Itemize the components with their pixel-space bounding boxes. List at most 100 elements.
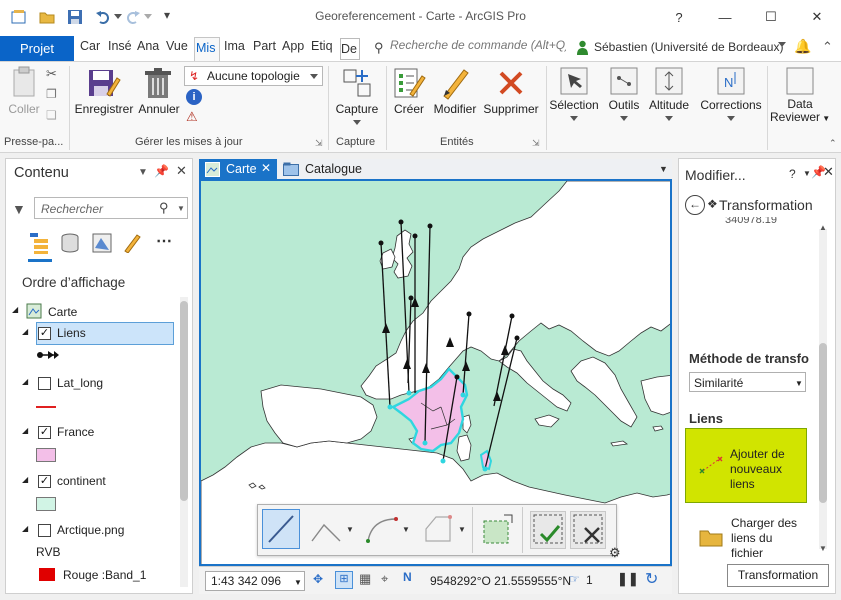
snapping-toggle-icon[interactable]: ⌖ [381, 571, 388, 587]
signed-in-user[interactable]: Sébastien (Université de Bordeaux) [594, 40, 783, 54]
close-tab-icon[interactable]: ✕ [261, 161, 271, 175]
list-by-selection-icon[interactable] [92, 233, 112, 256]
correction-icon[interactable]: N [403, 570, 412, 584]
finish-button[interactable] [530, 511, 566, 549]
scrollbar-thumb[interactable] [819, 343, 827, 503]
create-features-button[interactable]: Créer [390, 66, 428, 116]
tab-partager[interactable]: Part [253, 39, 277, 59]
tab-apparence[interactable]: App [282, 39, 306, 59]
toc-layer-france[interactable]: ◢ France [10, 424, 170, 442]
layer-visibility-checkbox[interactable] [38, 377, 51, 390]
scroll-down-icon[interactable]: ▼ [819, 544, 827, 553]
paste-button[interactable]: Coller [4, 66, 44, 116]
layer-visibility-checkbox[interactable] [38, 475, 51, 488]
expand-icon[interactable]: ◢ [22, 327, 28, 336]
redo-dropdown-icon[interactable] [144, 14, 152, 19]
toc-layer-latlong[interactable]: ◢ Lat_long [10, 375, 170, 393]
toc-map[interactable]: ◢ Carte [10, 303, 170, 321]
minimize-button[interactable]: — [702, 0, 748, 34]
list-by-source-icon[interactable] [60, 233, 80, 256]
notifications-icon[interactable]: 🔔 [794, 38, 811, 55]
more-options-icon[interactable]: ⋯ [156, 231, 172, 251]
polyline-dropdown-icon[interactable]: ▼ [346, 525, 354, 534]
tab-carte[interactable]: Car [80, 39, 102, 59]
scroll-up-icon[interactable]: ▲ [819, 223, 827, 232]
tab-inserer[interactable]: Insé [108, 39, 132, 59]
tab-vue[interactable]: Vue [166, 39, 192, 59]
scale-dropdown[interactable]: 1:43 342 096 ▼ [205, 571, 305, 591]
layer-visibility-checkbox[interactable] [38, 327, 51, 340]
tools-button[interactable]: Outils [604, 66, 644, 121]
topology-dropdown[interactable]: ↯ Aucune topologie [184, 66, 323, 86]
dialog-launcher-icon[interactable]: ⇲ [315, 138, 323, 149]
close-pane-icon[interactable]: ✕ [823, 164, 834, 180]
list-by-editing-icon[interactable] [122, 233, 142, 256]
line-tool-button[interactable] [262, 509, 300, 549]
info-icon[interactable]: i [186, 89, 202, 105]
modify-features-button[interactable]: Modifier [430, 66, 480, 116]
expand-icon[interactable]: ◢ [22, 475, 28, 484]
load-links-button[interactable]: Charger des liens du fichier [731, 516, 797, 561]
tab-projet[interactable]: Projet [0, 36, 74, 61]
layer-visibility-checkbox[interactable] [38, 426, 51, 439]
redo-icon[interactable] [124, 8, 142, 26]
discard-edits-button[interactable]: Annuler [135, 66, 183, 116]
map-view[interactable]: ▼ ▼ ▼ ⚙ [199, 179, 672, 566]
undo-dropdown-icon[interactable] [114, 14, 122, 19]
filter-icon[interactable]: ▼ [12, 201, 26, 217]
layer-visibility-checkbox[interactable] [38, 524, 51, 537]
dialog-launcher-icon[interactable]: ⇲ [532, 138, 540, 149]
toc-layer-continent[interactable]: ◢ continent [10, 473, 170, 491]
open-folder-icon[interactable] [38, 8, 56, 26]
tab-catalog-view[interactable]: Catalogue [283, 159, 403, 181]
toc-layer-arctique[interactable]: ◢ Arctique.png [10, 522, 170, 540]
expand-icon[interactable]: ◢ [22, 524, 28, 533]
cut-icon[interactable]: ✂ [46, 66, 57, 82]
fixed-zoom-icon[interactable]: ✥ [313, 572, 323, 586]
transformation-method-dropdown[interactable]: Similarité ▼ [689, 372, 806, 392]
toolbar-settings-icon[interactable]: ⚙ [609, 545, 625, 561]
tab-etiquetage[interactable]: Etiq [311, 39, 335, 59]
expand-icon[interactable]: ◢ [22, 426, 28, 435]
contents-scrollbar[interactable] [180, 297, 188, 587]
expand-icon[interactable]: ◢ [12, 305, 18, 314]
pane-options-icon[interactable]: ▼ [803, 169, 811, 178]
pin-icon[interactable]: 📌 [154, 164, 169, 178]
maximize-button[interactable]: ☐ [748, 0, 794, 34]
close-pane-icon[interactable]: ✕ [176, 163, 187, 179]
selection-button[interactable]: Sélection [548, 66, 600, 121]
help-icon[interactable]: ? [789, 167, 796, 181]
grid-icon[interactable]: ▦ [359, 571, 371, 587]
expand-icon[interactable]: ◢ [22, 377, 28, 386]
tab-map-view[interactable]: Carte ✕ [199, 159, 277, 181]
tab-mise-a-jour[interactable]: Mis [194, 37, 220, 61]
polyline-tool-button[interactable] [310, 515, 342, 546]
scrollbar-thumb[interactable] [180, 301, 188, 501]
refresh-icon[interactable]: ↻ [645, 569, 658, 589]
polygon-dropdown-icon[interactable]: ▼ [458, 525, 466, 534]
close-button[interactable]: ✕ [794, 0, 840, 34]
ribbon-collapse-icon[interactable]: ⌃ [822, 39, 833, 55]
back-arrow-icon[interactable]: ← [685, 195, 705, 215]
discard-button[interactable] [570, 511, 606, 549]
polygon-tool-button[interactable] [422, 515, 454, 546]
right-pane-scrollbar[interactable] [819, 229, 827, 549]
user-dropdown-icon[interactable] [778, 42, 786, 47]
arc-tool-button[interactable] [366, 515, 398, 546]
save-edits-button[interactable]: Enregistrer [74, 66, 134, 116]
ribbon-pin-icon[interactable]: ⌃ [829, 138, 837, 149]
undo-icon[interactable] [94, 8, 112, 26]
selected-features-icon[interactable]: ☞ [569, 572, 580, 586]
command-search-input[interactable]: Recherche de commande (Alt+Q) [368, 38, 566, 58]
extent-tool-button[interactable] [480, 511, 516, 550]
data-reviewer-button[interactable]: Data Reviewer ▼ [770, 66, 830, 125]
tab-imagerie[interactable]: Ima [224, 39, 248, 59]
customize-toolbar-icon[interactable]: ▾ [164, 8, 170, 22]
transformation-button[interactable]: Transformation [727, 564, 829, 587]
tab-more[interactable]: De [340, 38, 360, 60]
contents-search-input[interactable]: Rechercher ⚲ ▼ [34, 197, 188, 219]
new-project-icon[interactable] [10, 8, 28, 26]
corrections-button[interactable]: N Corrections [698, 66, 764, 121]
copy-path-icon[interactable]: ❏ [46, 108, 57, 122]
tab-analyse[interactable]: Ana [137, 39, 161, 59]
